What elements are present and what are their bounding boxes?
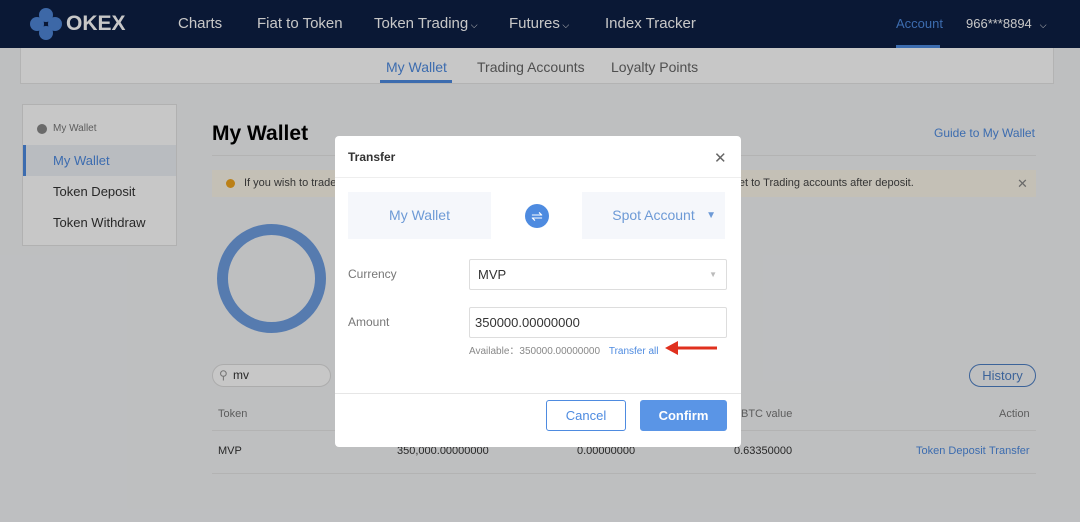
from-account: My Wallet: [348, 192, 491, 239]
red-arrow-icon: [665, 341, 717, 355]
divider: [335, 393, 741, 394]
currency-select[interactable]: MVP ▼: [469, 259, 727, 290]
available-label: Available：: [469, 346, 520, 357]
transfer-all-link[interactable]: Transfer all: [609, 346, 659, 357]
caret-down-icon: ▼: [706, 210, 716, 221]
swap-icon[interactable]: ⇌: [525, 204, 549, 228]
caret-down-icon: ▼: [709, 270, 717, 279]
available-value: 350000.00000000: [519, 346, 601, 357]
available-info: Available：350000.00000000 Transfer all: [469, 342, 658, 357]
currency-label: Currency: [348, 267, 397, 281]
currency-value: MVP: [478, 267, 507, 282]
to-account-select[interactable]: Spot Account ▼: [582, 192, 725, 239]
modal-title: Transfer: [348, 150, 396, 164]
amount-label: Amount: [348, 315, 390, 329]
transfer-modal: Transfer ✕ My Wallet ⇌ Spot Account ▼ Cur…: [335, 136, 741, 447]
modal-header: Transfer ✕: [335, 136, 741, 178]
amount-input[interactable]: 350000.00000000: [469, 307, 727, 338]
to-account-label: Spot Account: [612, 207, 695, 223]
close-icon[interactable]: ✕: [714, 149, 727, 167]
cancel-button[interactable]: Cancel: [546, 400, 626, 431]
confirm-button[interactable]: Confirm: [640, 400, 727, 431]
